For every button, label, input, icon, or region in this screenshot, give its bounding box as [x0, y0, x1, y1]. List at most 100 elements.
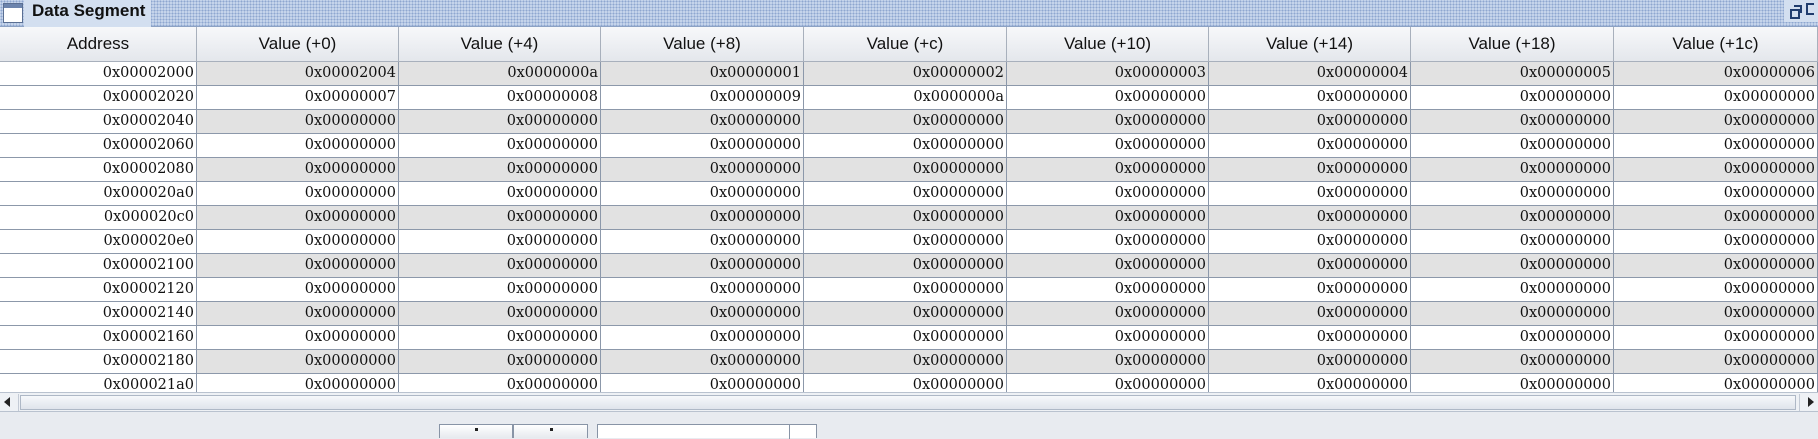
value-cell[interactable]: 0x00000000	[399, 110, 601, 134]
value-cell[interactable]: 0x00000007	[197, 86, 399, 110]
value-cell[interactable]: 0x00000000	[399, 278, 601, 302]
value-cell[interactable]: 0x00000000	[1411, 302, 1614, 326]
value-cell[interactable]: 0x00000000	[1411, 230, 1614, 254]
horizontal-scrollbar[interactable]	[0, 392, 1818, 412]
value-cell[interactable]: 0x00000009	[601, 86, 804, 110]
value-cell[interactable]: 0x00000000	[601, 110, 804, 134]
address-cell[interactable]: 0x000020e0	[0, 230, 197, 254]
value-cell[interactable]: 0x00000006	[1614, 62, 1818, 86]
value-cell[interactable]: 0x00000000	[399, 182, 601, 206]
value-cell[interactable]: 0x00000000	[197, 374, 399, 392]
value-cell[interactable]: 0x00000000	[1209, 326, 1411, 350]
value-cell[interactable]: 0x00000005	[1411, 62, 1614, 86]
value-cell[interactable]: 0x00000000	[1007, 326, 1209, 350]
value-cell[interactable]: 0x00000000	[1614, 326, 1818, 350]
value-cell[interactable]: 0x00000000	[804, 134, 1007, 158]
column-header-value[interactable]: Value (+10)	[1007, 27, 1209, 62]
value-cell[interactable]: 0x00000000	[1411, 206, 1614, 230]
scrollbar-thumb[interactable]	[20, 395, 1796, 410]
value-cell[interactable]: 0x00000000	[197, 302, 399, 326]
value-cell[interactable]: 0x00000000	[804, 326, 1007, 350]
scroll-right-arrow-icon[interactable]	[1799, 394, 1818, 411]
value-cell[interactable]: 0x00000000	[1209, 158, 1411, 182]
value-cell[interactable]: 0x00000000	[601, 374, 804, 392]
value-cell[interactable]: 0x00000000	[601, 230, 804, 254]
value-cell[interactable]: 0x00000000	[197, 278, 399, 302]
value-cell[interactable]: 0x00000000	[1411, 86, 1614, 110]
value-cell[interactable]: 0x00000000	[399, 374, 601, 392]
value-cell[interactable]: 0x00000000	[399, 326, 601, 350]
value-cell[interactable]: 0x00002004	[197, 62, 399, 86]
value-cell[interactable]: 0x00000000	[399, 158, 601, 182]
column-header-address[interactable]: Address	[0, 27, 197, 62]
value-cell[interactable]: 0x00000000	[1614, 278, 1818, 302]
value-cell[interactable]: 0x00000000	[1411, 278, 1614, 302]
value-cell[interactable]: 0x00000001	[601, 62, 804, 86]
value-cell[interactable]: 0x00000000	[1614, 350, 1818, 374]
restore-icon[interactable]	[1790, 5, 1802, 19]
column-header-value[interactable]: Value (+4)	[399, 27, 601, 62]
value-cell[interactable]: 0x00000000	[399, 206, 601, 230]
maximize-icon[interactable]	[1806, 3, 1814, 15]
address-cell[interactable]: 0x00002160	[0, 326, 197, 350]
column-header-value[interactable]: Value (+18)	[1411, 27, 1614, 62]
value-cell[interactable]: 0x00000000	[601, 326, 804, 350]
value-cell[interactable]: 0x00000000	[1614, 110, 1818, 134]
address-cell[interactable]: 0x00002180	[0, 350, 197, 374]
scroll-left-arrow-icon[interactable]	[0, 394, 19, 411]
value-cell[interactable]: 0x00000000	[1209, 374, 1411, 392]
column-header-value[interactable]: Value (+0)	[197, 27, 399, 62]
value-cell[interactable]: 0x00000000	[601, 302, 804, 326]
value-cell[interactable]: 0x00000000	[804, 302, 1007, 326]
value-cell[interactable]: 0x00000000	[1007, 86, 1209, 110]
next-button[interactable]	[513, 424, 588, 438]
value-cell[interactable]: 0x00000000	[1411, 254, 1614, 278]
value-cell[interactable]: 0x00000000	[197, 134, 399, 158]
value-cell[interactable]: 0x00000000	[197, 230, 399, 254]
value-cell[interactable]: 0x00000000	[1614, 206, 1818, 230]
value-cell[interactable]: 0x00000000	[1411, 134, 1614, 158]
value-cell[interactable]: 0x00000000	[1614, 134, 1818, 158]
title-bar[interactable]: Data Segment	[0, 0, 1818, 27]
value-cell[interactable]: 0x0000000a	[399, 62, 601, 86]
value-cell[interactable]: 0x00000000	[399, 230, 601, 254]
value-cell[interactable]: 0x00000000	[1007, 206, 1209, 230]
value-cell[interactable]: 0x00000000	[1007, 278, 1209, 302]
value-cell[interactable]: 0x00000000	[1007, 350, 1209, 374]
address-cell[interactable]: 0x00002100	[0, 254, 197, 278]
value-cell[interactable]: 0x00000000	[197, 350, 399, 374]
value-cell[interactable]: 0x00000000	[1209, 254, 1411, 278]
value-cell[interactable]: 0x00000000	[1209, 110, 1411, 134]
value-cell[interactable]: 0x00000000	[1614, 158, 1818, 182]
value-cell[interactable]: 0x00000000	[804, 206, 1007, 230]
value-cell[interactable]: 0x00000000	[1614, 254, 1818, 278]
address-cell[interactable]: 0x00002040	[0, 110, 197, 134]
value-cell[interactable]: 0x00000000	[1614, 182, 1818, 206]
value-cell[interactable]: 0x00000000	[197, 158, 399, 182]
value-cell[interactable]: 0x00000000	[1411, 374, 1614, 392]
value-cell[interactable]: 0x0000000a	[804, 86, 1007, 110]
value-cell[interactable]: 0x00000000	[601, 182, 804, 206]
address-cell[interactable]: 0x00002140	[0, 302, 197, 326]
value-cell[interactable]: 0x00000000	[601, 158, 804, 182]
value-cell[interactable]: 0x00000000	[804, 278, 1007, 302]
address-cell[interactable]: 0x00002120	[0, 278, 197, 302]
value-cell[interactable]: 0x00000000	[601, 134, 804, 158]
value-cell[interactable]: 0x00000000	[1614, 374, 1818, 392]
value-cell[interactable]: 0x00000000	[804, 254, 1007, 278]
value-cell[interactable]: 0x00000000	[399, 254, 601, 278]
value-cell[interactable]: 0x00000000	[197, 206, 399, 230]
value-cell[interactable]: 0x00000000	[804, 374, 1007, 392]
value-cell[interactable]: 0x00000000	[1209, 182, 1411, 206]
value-cell[interactable]: 0x00000008	[399, 86, 601, 110]
value-cell[interactable]: 0x00000000	[1209, 86, 1411, 110]
value-cell[interactable]: 0x00000000	[1007, 110, 1209, 134]
value-cell[interactable]: 0x00000003	[1007, 62, 1209, 86]
previous-button[interactable]	[439, 424, 513, 438]
column-header-value[interactable]: Value (+c)	[804, 27, 1007, 62]
column-header-value[interactable]: Value (+14)	[1209, 27, 1411, 62]
value-cell[interactable]: 0x00000000	[1209, 206, 1411, 230]
value-cell[interactable]: 0x00000000	[197, 182, 399, 206]
value-cell[interactable]: 0x00000000	[1614, 230, 1818, 254]
value-cell[interactable]: 0x00000000	[1411, 110, 1614, 134]
